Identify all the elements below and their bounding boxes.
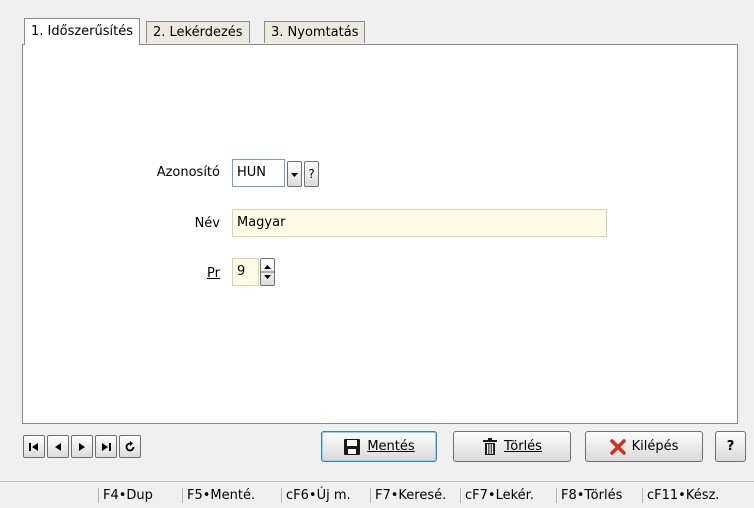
help-button[interactable]: ? [715,431,746,462]
status-key-f8[interactable]: F8•Törlés [556,488,626,503]
trash-icon [483,437,498,455]
azonosito-input[interactable]: HUN [232,159,285,187]
status-key-cf6[interactable]: cF6•Új m. [281,488,355,503]
nev-input[interactable]: Magyar [232,209,607,237]
exit-button-label: Kilépés [631,439,679,454]
status-key-cf11[interactable]: cF11•Kész. [642,488,723,503]
next-icon [79,442,85,451]
save-button[interactable]: Mentés [321,431,437,462]
status-bar: F4•Dup F5•Menté. cF6•Új m. F7•Keresé. cF… [0,481,754,508]
delete-button[interactable]: Törlés [453,431,571,462]
save-disk-icon [344,438,361,455]
tab-idoszerusites[interactable]: 1. Időszerűsítés [24,18,141,45]
azonosito-label: Azonosító [156,165,220,180]
pr-spinner[interactable] [260,258,275,286]
first-icon [29,442,38,451]
refresh-button[interactable] [119,435,141,458]
prev-record-button[interactable] [47,435,69,458]
status-key-f7[interactable]: F7•Keresé. [370,488,450,503]
status-key-f5[interactable]: F5•Menté. [182,488,259,503]
pr-input[interactable]: 9 [232,258,259,286]
delete-button-label: Törlés [504,439,542,454]
exit-button[interactable]: Kilépés [585,431,703,462]
next-record-button[interactable] [71,435,93,458]
refresh-icon [125,440,135,451]
tab-lekerdezes[interactable]: 2. Lekérdezés [146,21,250,43]
close-x-icon [609,438,626,455]
save-button-label: Mentés [367,439,415,454]
pr-label: Pr [207,266,220,281]
last-record-button[interactable] [95,435,117,458]
chevron-down-icon [291,173,298,177]
nev-label: Név [194,216,220,231]
azonosito-help-button[interactable]: ? [304,161,319,187]
first-record-button[interactable] [23,435,45,458]
spin-updown-icon [261,265,274,279]
last-icon [102,442,111,451]
azonosito-dropdown-button[interactable] [287,161,302,187]
status-key-cf7[interactable]: cF7•Lekér. [460,488,538,503]
tab-nyomtatas[interactable]: 3. Nyomtatás [264,21,366,43]
prev-icon [55,442,61,451]
status-key-f4[interactable]: F4•Dup [98,488,157,503]
